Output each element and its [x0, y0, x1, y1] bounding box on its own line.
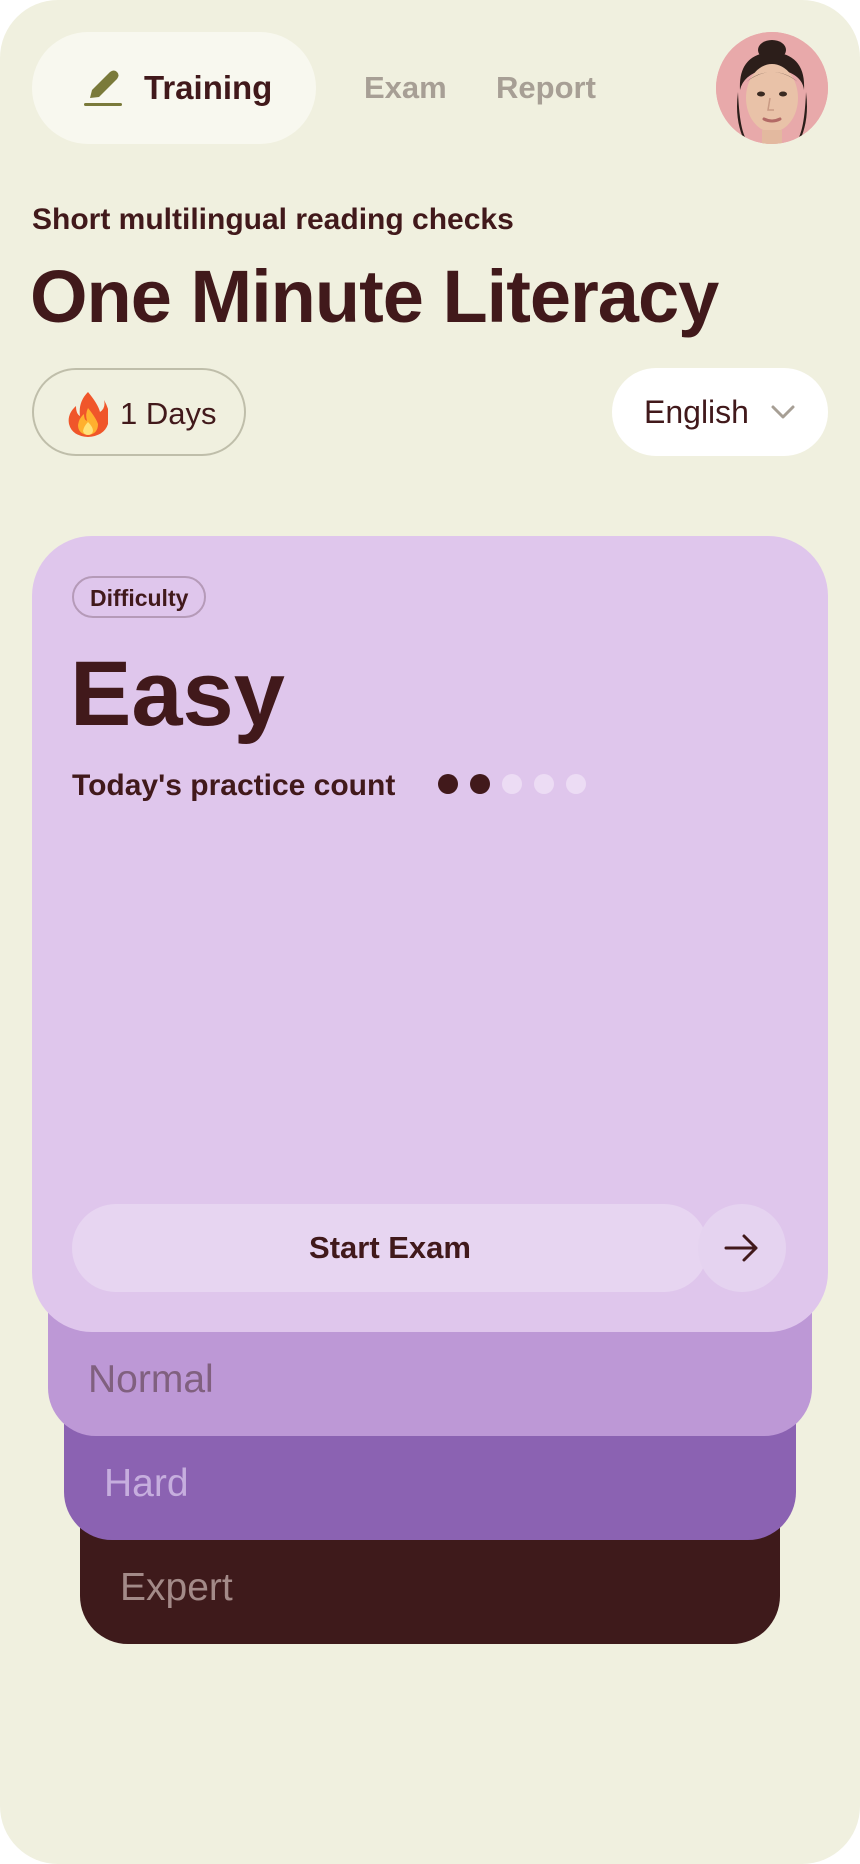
avatar-portrait — [716, 32, 828, 144]
language-select[interactable]: English — [612, 368, 828, 456]
practice-count-label: Today's practice count — [72, 769, 396, 802]
start-exam-button[interactable]: Start Exam — [72, 1204, 708, 1292]
page-title: One Minute Literacy — [30, 255, 719, 338]
tab-exam[interactable]: Exam — [364, 68, 447, 108]
difficulty-badge: Difficulty — [72, 576, 207, 618]
arrow-right-icon — [724, 1234, 758, 1262]
practice-dot — [502, 774, 522, 794]
top-nav: Training Exam Report — [32, 32, 828, 144]
difficulty-level: Easy — [70, 643, 285, 745]
page-subtitle: Short multilingual reading checks — [32, 203, 514, 236]
tab-report[interactable]: Report — [496, 68, 596, 108]
start-arrow-button[interactable] — [698, 1204, 786, 1292]
practice-dot — [470, 774, 490, 794]
practice-dot — [534, 774, 554, 794]
language-selected: English — [644, 394, 749, 430]
pen-icon — [84, 70, 122, 106]
streak-label: 1 Days — [120, 396, 217, 431]
level-card-easy: Difficulty Easy Today's practice count S… — [32, 536, 828, 1332]
user-avatar[interactable] — [716, 32, 828, 144]
level-hard-label: Hard — [104, 1462, 189, 1505]
streak-badge: 1 Days — [32, 368, 246, 456]
tab-training-label: Training — [144, 69, 273, 106]
app-screen: Training Exam Report Short multilingual … — [0, 0, 860, 1864]
level-expert-label: Expert — [120, 1566, 233, 1609]
chevron-down-icon — [771, 405, 795, 419]
level-normal-label: Normal — [88, 1358, 214, 1401]
tab-training[interactable]: Training — [32, 32, 316, 144]
practice-dot — [438, 774, 458, 794]
practice-dot — [566, 774, 586, 794]
fire-icon — [68, 392, 108, 437]
start-exam-label: Start Exam — [309, 1230, 471, 1265]
